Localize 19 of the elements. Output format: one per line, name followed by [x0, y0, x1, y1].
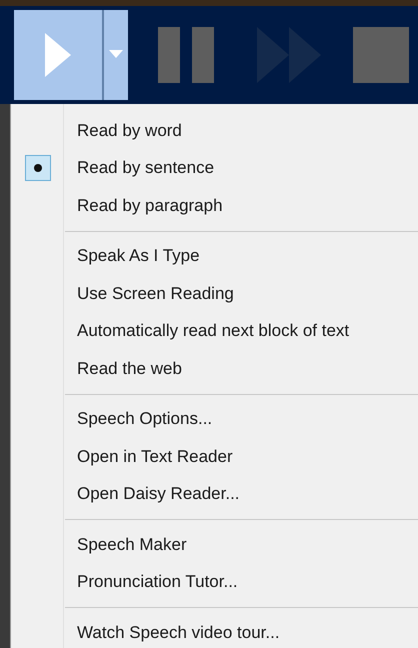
menu-item[interactable]: Automatically read next block of text [65, 321, 350, 342]
stop-icon [353, 27, 410, 83]
menu-item[interactable]: Read by paragraph [65, 196, 223, 216]
menu-item[interactable]: Speech Maker [65, 534, 187, 555]
play-button[interactable] [14, 10, 102, 100]
menu-item[interactable]: Read by sentence [65, 158, 214, 178]
caret-icon [109, 50, 124, 60]
dropdown-button[interactable] [102, 10, 128, 100]
menu-item[interactable]: Pronunciation Tutor... [65, 572, 238, 592]
menu-item[interactable]: Speak As I Type [65, 246, 200, 266]
menu-item[interactable]: Open in Text Reader [65, 446, 233, 467]
menu-item[interactable]: Watch Speech video tour... [65, 622, 280, 643]
pause-icon [158, 27, 214, 83]
play-icon [43, 31, 74, 79]
menu-item[interactable]: Speech Options... [65, 409, 212, 430]
menu-item[interactable]: Open Daisy Reader... [65, 484, 240, 504]
menu-item[interactable]: Read by word [65, 120, 182, 141]
menu-item[interactable]: Read the web [65, 358, 182, 379]
menu-item[interactable]: Use Screen Reading [65, 284, 234, 304]
